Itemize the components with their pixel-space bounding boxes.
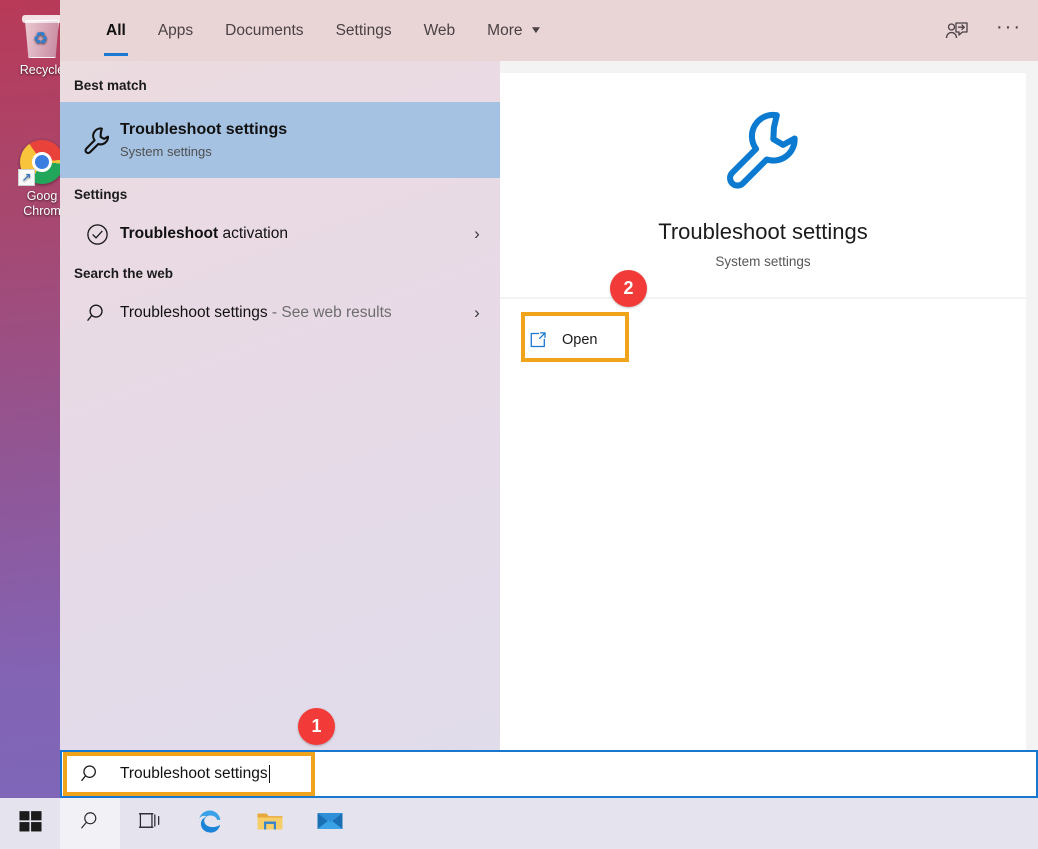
tab-apps[interactable]: Apps bbox=[142, 0, 209, 61]
feedback-icon[interactable] bbox=[934, 0, 980, 61]
desktop-icon-label-line1: Goog bbox=[26, 189, 58, 203]
open-external-icon bbox=[528, 330, 548, 350]
result-item-title: Troubleshoot settings - See web results bbox=[120, 303, 464, 323]
result-item-title-match: Troubleshoot settings bbox=[120, 304, 268, 321]
file-explorer-button[interactable] bbox=[240, 798, 300, 849]
search-input-bar[interactable]: Troubleshoot settings bbox=[60, 750, 1038, 798]
group-title-best-match: Best match bbox=[74, 78, 147, 93]
text-cursor bbox=[268, 765, 270, 783]
start-button[interactable] bbox=[0, 798, 60, 849]
search-flyout-panel: All Apps Documents Settings Web More ▼ ·… bbox=[60, 0, 1038, 798]
chevron-down-icon: ▼ bbox=[528, 24, 543, 36]
tabbar-spacer bbox=[556, 0, 934, 61]
result-item-title-rest: activation bbox=[218, 225, 288, 242]
search-icon bbox=[74, 302, 120, 325]
folder-icon bbox=[256, 809, 284, 838]
tab-label: Settings bbox=[335, 21, 392, 39]
desktop-icon-label: Recycle bbox=[19, 63, 65, 77]
search-results-list: Best match Troubleshoot settings System … bbox=[60, 61, 500, 798]
check-circle-icon bbox=[74, 223, 120, 246]
shortcut-arrow-icon: ↗ bbox=[18, 169, 35, 186]
preview-title: Troubleshoot settings bbox=[658, 218, 868, 244]
search-filter-tabs: All Apps Documents Settings Web More ▼ ·… bbox=[60, 0, 1038, 61]
preview-pane: Troubleshoot settings System settings Op… bbox=[500, 61, 1038, 798]
open-button[interactable]: Open bbox=[518, 321, 622, 359]
desktop-icon-label-line2: Chrom bbox=[23, 204, 61, 218]
task-view-button[interactable] bbox=[120, 798, 180, 849]
result-item-web-troubleshoot-settings[interactable]: Troubleshoot settings - See web results … bbox=[60, 290, 500, 336]
chevron-right-icon[interactable]: › bbox=[464, 303, 490, 323]
tab-documents[interactable]: Documents bbox=[209, 0, 319, 61]
search-input[interactable]: Troubleshoot settings bbox=[120, 765, 268, 783]
tab-web[interactable]: Web bbox=[408, 0, 472, 61]
result-item-texts: Troubleshoot settings System settings bbox=[120, 120, 490, 161]
desktop-root: ♻ Recycle ↗ Goog Chrom All Apps Document… bbox=[0, 0, 1038, 849]
result-item-title: Troubleshoot settings bbox=[120, 120, 288, 138]
search-icon bbox=[80, 763, 102, 785]
search-body: Best match Troubleshoot settings System … bbox=[60, 61, 1038, 798]
tab-label: All bbox=[106, 21, 126, 39]
recycle-bin-icon: ♻ bbox=[21, 14, 63, 58]
mail-button[interactable] bbox=[300, 798, 360, 849]
result-item-title: Troubleshoot activation bbox=[120, 224, 464, 244]
more-options-icon[interactable]: ··· bbox=[980, 0, 1038, 61]
search-icon bbox=[79, 810, 101, 837]
windows-logo-icon bbox=[18, 810, 42, 838]
annotation-badge-1: 1 bbox=[298, 708, 335, 745]
open-button-label: Open bbox=[562, 332, 598, 348]
edge-button[interactable] bbox=[180, 798, 240, 849]
tab-label: More bbox=[487, 21, 523, 39]
chevron-right-icon[interactable]: › bbox=[464, 224, 490, 244]
preview-subtitle: System settings bbox=[715, 253, 811, 269]
tab-all[interactable]: All bbox=[90, 0, 142, 61]
mail-icon bbox=[316, 810, 344, 837]
result-item-texts: Troubleshoot activation bbox=[120, 224, 464, 244]
group-title-search-the-web: Search the web bbox=[74, 266, 174, 281]
tab-settings[interactable]: Settings bbox=[320, 0, 408, 61]
tab-more[interactable]: More ▼ bbox=[471, 0, 556, 61]
preview-actions-card: Open bbox=[500, 299, 1026, 798]
result-item-texts: Troubleshoot settings - See web results bbox=[120, 303, 464, 323]
chrome-icon: ↗ bbox=[18, 140, 64, 186]
tab-label: Apps bbox=[157, 21, 194, 39]
edge-icon bbox=[196, 807, 224, 840]
result-item-subtitle: System settings bbox=[120, 143, 212, 159]
wrench-icon bbox=[74, 124, 120, 156]
wrench-icon bbox=[717, 102, 809, 199]
result-item-title-match: Troubleshoot bbox=[120, 225, 219, 242]
result-item-troubleshoot-activation[interactable]: Troubleshoot activation › bbox=[60, 211, 500, 257]
result-item-troubleshoot-settings[interactable]: Troubleshoot settings System settings bbox=[60, 102, 500, 178]
group-title-settings: Settings bbox=[74, 187, 128, 202]
taskbar bbox=[0, 798, 1038, 849]
search-button[interactable] bbox=[60, 798, 120, 849]
ellipsis-glyph: ··· bbox=[996, 16, 1022, 38]
task-view-icon bbox=[138, 810, 163, 837]
tab-label: Documents bbox=[225, 21, 304, 39]
annotation-badge-2: 2 bbox=[610, 270, 647, 307]
result-item-title-rest: - See web results bbox=[267, 304, 392, 321]
preview-header-card: Troubleshoot settings System settings bbox=[500, 73, 1026, 297]
tab-label: Web bbox=[423, 21, 456, 39]
